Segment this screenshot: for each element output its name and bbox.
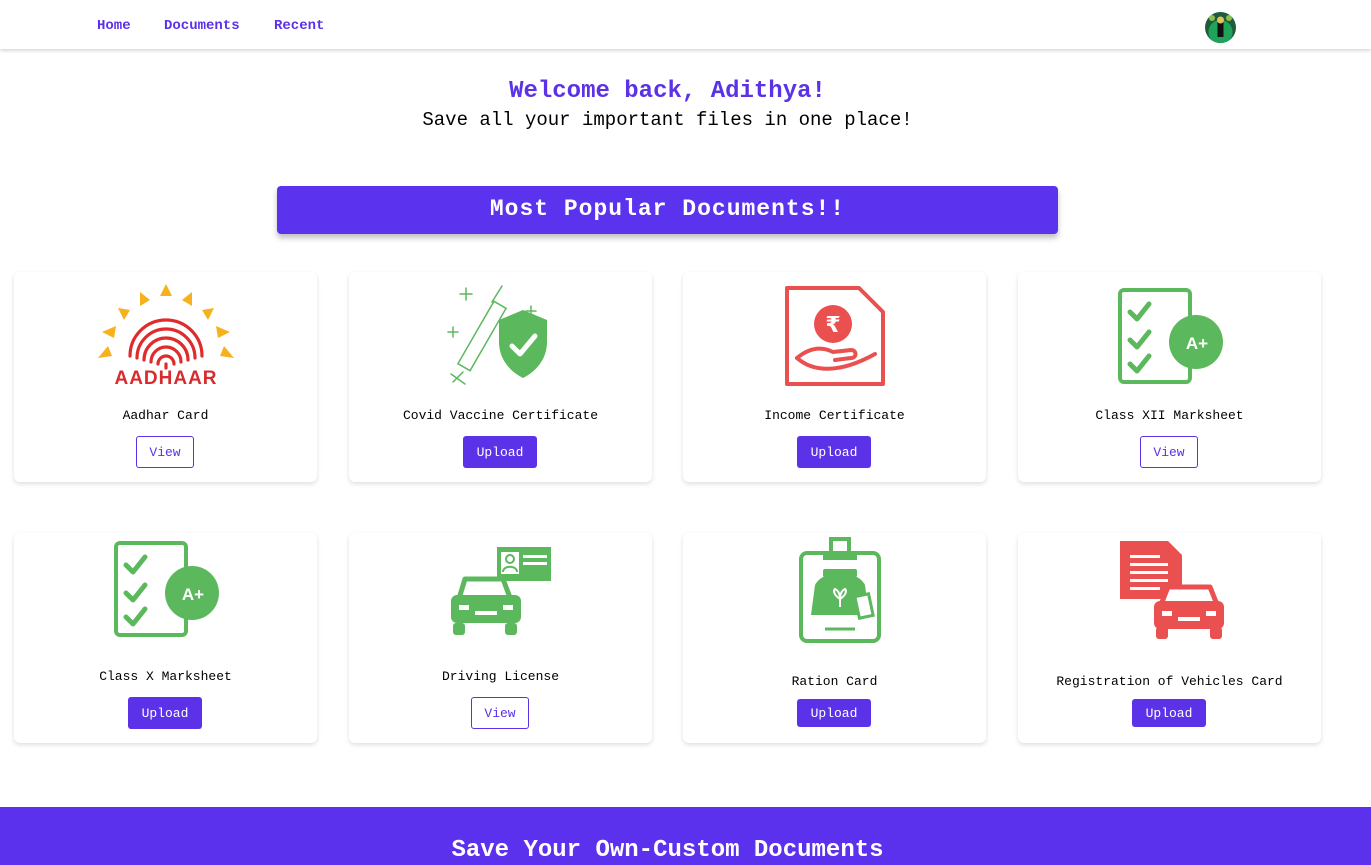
document-card-aadhar: AADHAAR Aadhar Card View (14, 272, 317, 482)
ration-card-icon (683, 535, 986, 647)
top-navbar: Home Documents Recent (0, 0, 1371, 49)
card-title: Class XII Marksheet (1095, 408, 1244, 423)
card-title: Registration of Vehicles Card (1056, 674, 1283, 689)
document-card-income-certificate: ₹ Income Certificate Upload (683, 272, 986, 482)
upload-button[interactable]: Upload (1132, 699, 1206, 727)
upload-button[interactable]: Upload (128, 697, 202, 729)
nav-recent-link[interactable]: Recent (274, 18, 324, 34)
marksheet-checklist-icon: A+ (1018, 280, 1321, 392)
avatar-image (1205, 12, 1236, 43)
document-card-driving-license: Driving License View (349, 533, 652, 743)
custom-documents-title: Save Your Own-Custom Documents (451, 837, 884, 864)
vaccine-shield-icon (349, 280, 652, 392)
card-title: Income Certificate (764, 408, 905, 423)
user-avatar[interactable] (1205, 12, 1236, 43)
svg-text:AADHAAR: AADHAAR (114, 368, 217, 389)
card-title: Driving License (441, 669, 560, 684)
upload-button[interactable]: Upload (463, 436, 537, 468)
upload-button[interactable]: Upload (797, 699, 871, 727)
card-title: Ration Card (791, 674, 878, 689)
document-card-vehicle-registration: Registration of Vehicles Card Upload (1018, 533, 1321, 743)
document-card-covid-vaccine: Covid Vaccine Certificate Upload (349, 272, 652, 482)
popular-documents-banner: Most Popular Documents!! (277, 186, 1058, 234)
income-rupee-document-icon: ₹ (683, 280, 986, 392)
aadhaar-logo-icon: AADHAAR (14, 280, 317, 392)
document-card-class-xii-marksheet: A+ Class XII Marksheet View (1018, 272, 1321, 482)
svg-text:A+: A+ (181, 585, 203, 604)
card-title: Covid Vaccine Certificate (402, 408, 599, 423)
view-button[interactable]: View (1140, 436, 1198, 468)
welcome-subtitle: Save all your important files in one pla… (422, 109, 913, 131)
nav-documents-link[interactable]: Documents (164, 18, 240, 34)
document-card-class-x-marksheet: A+ Class X Marksheet Upload (14, 533, 317, 743)
svg-text:₹: ₹ (825, 313, 840, 338)
view-button[interactable]: View (136, 436, 194, 468)
welcome-heading: Welcome back, Adithya! (509, 78, 826, 105)
marksheet-checklist-icon: A+ (14, 535, 317, 647)
car-license-icon (349, 539, 652, 651)
view-button[interactable]: View (471, 697, 529, 729)
svg-text:A+: A+ (1185, 334, 1207, 353)
card-title: Aadhar Card (122, 408, 209, 423)
document-card-ration-card: Ration Card Upload (683, 533, 986, 743)
nav-home-link[interactable]: Home (97, 18, 131, 34)
custom-documents-section: Save Your Own-Custom Documents (0, 807, 1371, 865)
upload-button[interactable]: Upload (797, 436, 871, 468)
card-title: Class X Marksheet (99, 669, 232, 684)
vehicle-registration-icon (1018, 537, 1321, 649)
